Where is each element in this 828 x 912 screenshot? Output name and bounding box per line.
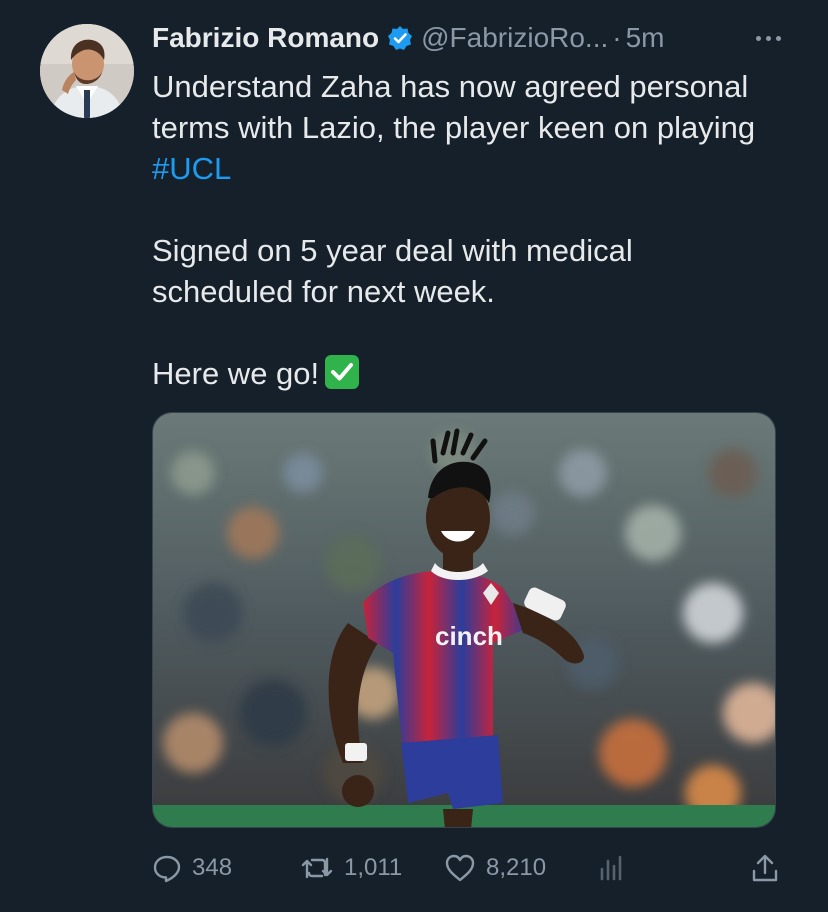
views-button[interactable]	[596, 846, 636, 890]
share-button[interactable]	[750, 846, 790, 890]
like-button[interactable]: 8,210	[444, 846, 546, 890]
tweet[interactable]: Fabrizio Romano @FabrizioRo... · 5m Unde…	[0, 0, 828, 912]
views-icon	[600, 855, 622, 881]
time-separator: ·	[612, 22, 622, 53]
like-count: 8,210	[486, 854, 547, 881]
tweet-actions-bar: 348 1,011 8,210	[152, 846, 786, 890]
check-mark-emoji-icon	[325, 355, 360, 389]
more-icon[interactable]	[750, 30, 786, 46]
tweet-text-line3: Here we go!	[152, 356, 320, 391]
avatar[interactable]	[40, 24, 134, 118]
tweet-paragraph-2: Signed on 5 year deal with medical sched…	[152, 233, 633, 309]
share-icon	[752, 854, 778, 882]
reply-icon	[153, 855, 181, 883]
tweet-paragraph-3: Here we go!	[152, 353, 782, 394]
retweet-count: 1,011	[344, 854, 403, 881]
tweet-media-photo[interactable]: cinch	[152, 412, 776, 828]
tweet-header: Fabrizio Romano @FabrizioRo... · 5m	[152, 18, 665, 58]
like-icon	[445, 854, 475, 882]
kit-sponsor-label: cinch	[435, 621, 503, 651]
verified-badge-icon[interactable]	[387, 25, 413, 51]
author-name[interactable]: Fabrizio Romano	[152, 22, 379, 54]
tweet-paragraph-1: Understand Zaha has now agreed personal …	[152, 66, 782, 189]
tweet-text-line1: Understand Zaha has now agreed personal …	[152, 69, 756, 145]
reply-count: 348	[192, 854, 233, 881]
author-handle[interactable]: @FabrizioRo...	[421, 22, 608, 54]
tweet-timestamp[interactable]: 5m	[626, 22, 665, 54]
retweet-icon	[301, 857, 333, 879]
retweet-button[interactable]: 1,011	[300, 846, 402, 890]
hashtag-link[interactable]: #UCL	[152, 151, 231, 186]
reply-button[interactable]: 348	[152, 846, 232, 890]
tweet-text: Understand Zaha has now agreed personal …	[152, 66, 782, 394]
